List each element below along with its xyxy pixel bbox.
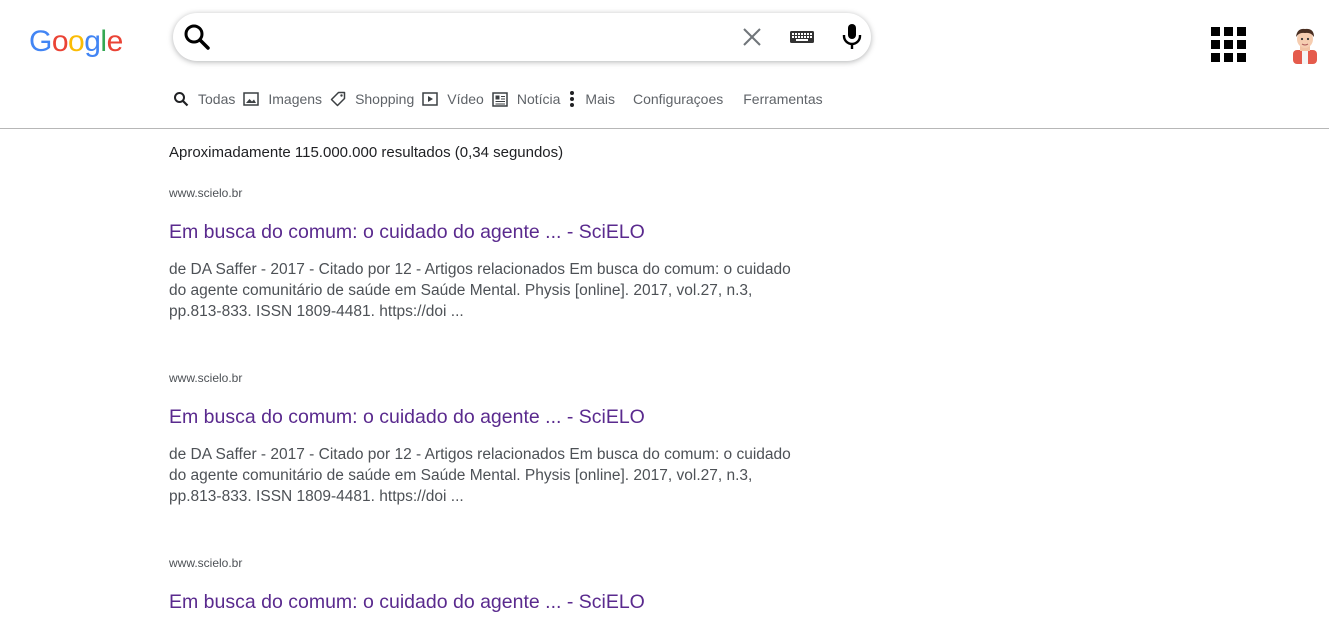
more-vert-icon (570, 91, 575, 107)
search-icon[interactable] (183, 23, 211, 51)
logo-letter: G (29, 25, 52, 58)
news-icon (492, 91, 508, 107)
google-logo[interactable]: Google (29, 22, 123, 62)
search-box[interactable] (173, 13, 871, 61)
tools-label: Ferramentas (743, 91, 823, 107)
tab-video[interactable]: Vídeo (422, 91, 484, 107)
search-result: www.scielo.br Em busca do comum: o cuida… (169, 556, 809, 613)
tab-label: Vídeo (447, 91, 484, 107)
result-stats: Aproximadamente 115.000.000 resultados (… (169, 144, 564, 161)
tab-label: Imagens (268, 91, 323, 107)
apps-grid-icon[interactable] (1211, 27, 1247, 63)
image-icon (243, 92, 260, 106)
microphone-icon[interactable] (841, 23, 863, 51)
tab-label: Mais (585, 91, 615, 107)
header-divider (0, 128, 1329, 129)
tab-label: Todas (198, 91, 236, 107)
settings-label: Configuraçoes (632, 91, 724, 107)
search-result: www.scielo.br Em busca do comum: o cuida… (169, 186, 809, 320)
tab-label: Notícia (516, 91, 561, 107)
tools-link[interactable]: Ferramentas (743, 91, 822, 107)
result-title-link[interactable]: Em busca do comum: o cuidado do agente .… (169, 591, 645, 614)
result-site[interactable]: www.scielo.br (169, 556, 809, 570)
tab-shopping[interactable]: Shopping (330, 91, 414, 107)
result-title-link[interactable]: Em busca do comum: o cuidado do agente .… (169, 221, 645, 244)
tab-mais[interactable]: Mais (568, 90, 615, 108)
search-input[interactable] (221, 23, 765, 53)
avatar[interactable] (1289, 26, 1321, 64)
tag-icon (330, 91, 346, 107)
tab-todas[interactable]: Todas (173, 91, 235, 107)
logo-letter: e (106, 25, 124, 58)
search-result: www.scielo.br Em busca do comum: o cuida… (169, 371, 809, 505)
result-site[interactable]: www.scielo.br (169, 186, 809, 200)
result-title-link[interactable]: Em busca do comum: o cuidado do agente .… (169, 406, 645, 429)
result-site[interactable]: www.scielo.br (169, 371, 809, 385)
video-icon (422, 92, 438, 106)
search-tabs: Todas Imagens Shopping Vídeo Notícia Mai… (173, 88, 831, 110)
logo-letter: g (84, 25, 101, 58)
tab-label: Shopping (355, 91, 415, 107)
clear-icon[interactable] (741, 26, 763, 48)
tab-imagens[interactable]: Imagens (243, 91, 322, 107)
settings-link[interactable]: Configuraçoes (633, 91, 723, 107)
search-icon (174, 92, 189, 107)
logo-letter: o (68, 25, 85, 58)
result-snippet: de DA Saffer - 2017 - Citado por 12 - Ar… (169, 261, 791, 320)
logo-letter: o (51, 25, 69, 58)
result-snippet: de DA Saffer - 2017 - Citado por 12 - Ar… (169, 446, 791, 505)
keyboard-icon[interactable] (789, 30, 815, 44)
tab-noticia[interactable]: Notícia (492, 91, 561, 107)
